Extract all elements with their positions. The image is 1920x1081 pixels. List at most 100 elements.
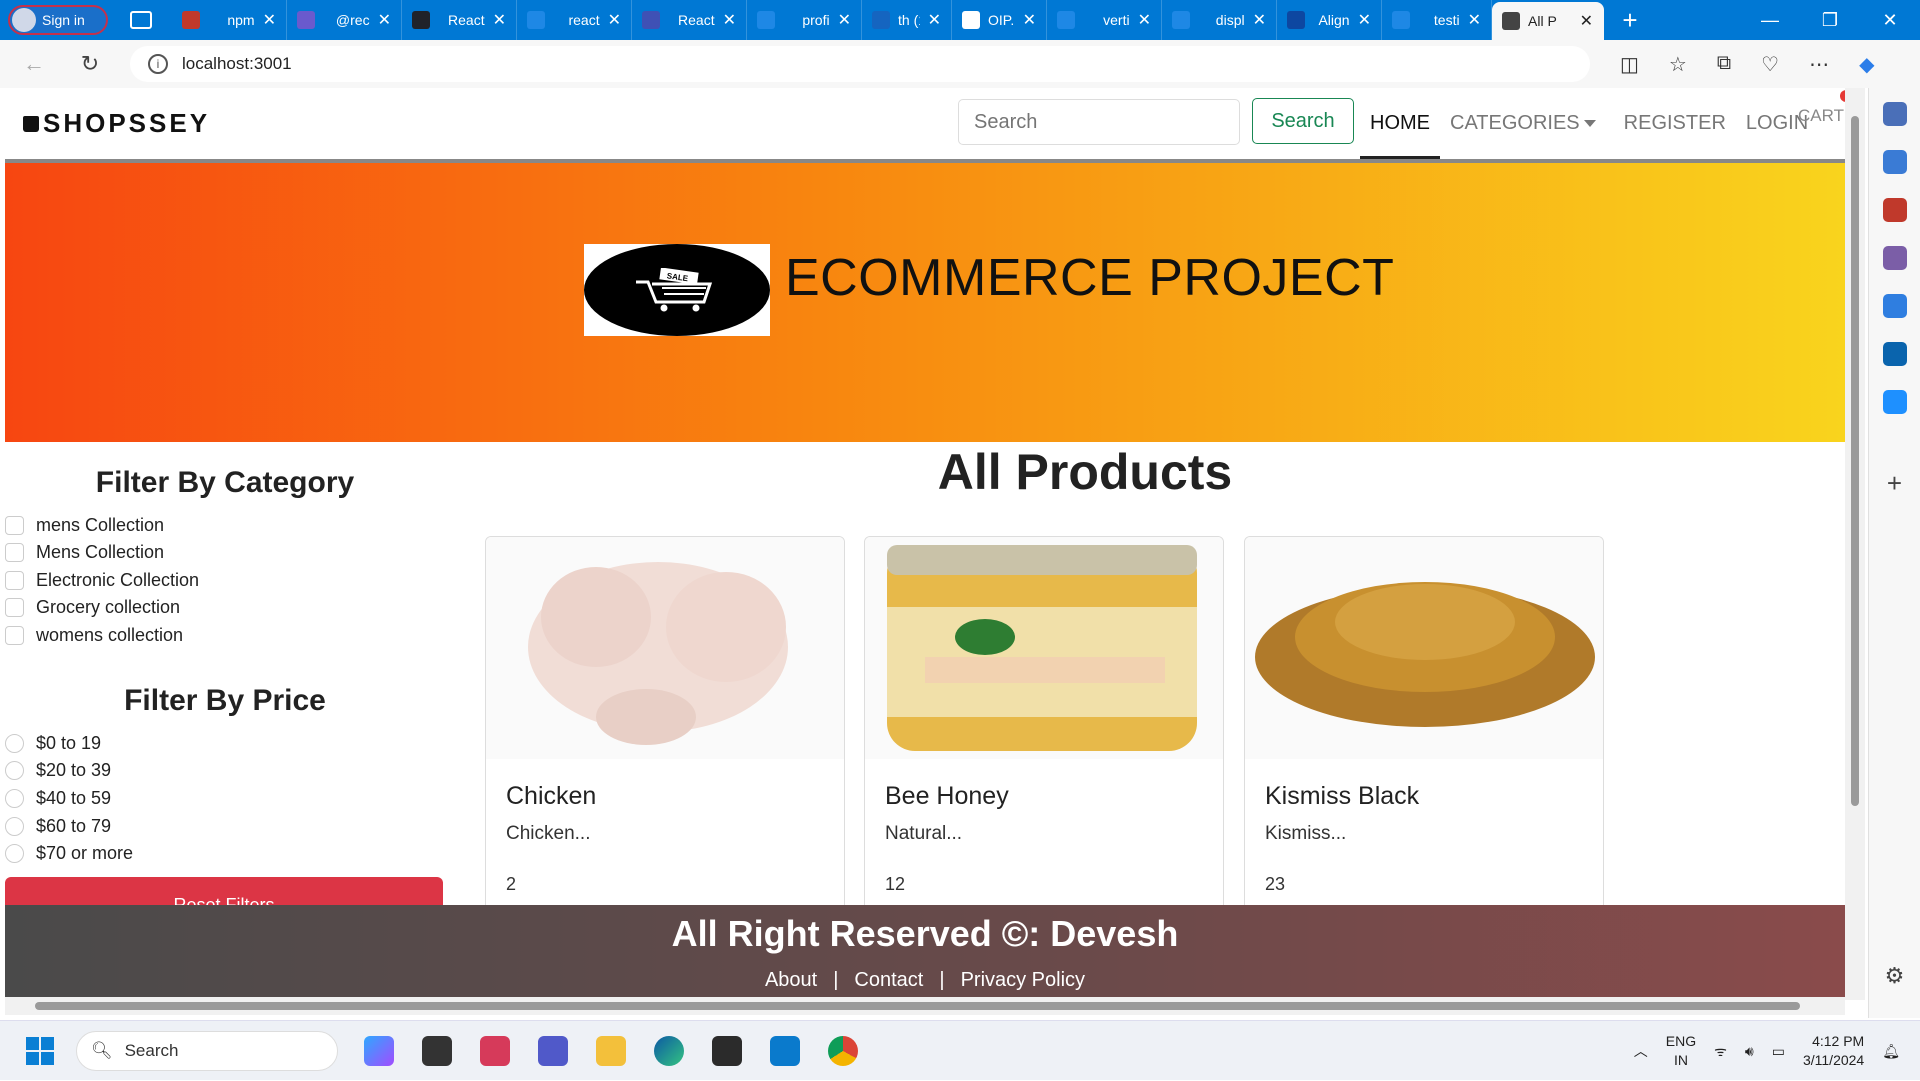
task-view-icon[interactable] xyxy=(422,1035,452,1066)
split-screen-icon[interactable]: ◫ xyxy=(1620,52,1639,77)
volume-icon[interactable]: 🔊︎ xyxy=(1745,1043,1754,1060)
product-card[interactable]: Kismiss Black Kismiss... 23 xyxy=(1244,536,1604,936)
browser-tab[interactable]: @rec ✕ xyxy=(287,0,402,40)
vscode-app-icon[interactable] xyxy=(770,1035,800,1066)
nav-categories-dropdown[interactable]: CATEGORIES xyxy=(1440,88,1606,159)
category-option[interactable]: Electronic Collection xyxy=(5,570,199,591)
radio[interactable] xyxy=(5,761,24,780)
browser-tab[interactable]: th (1 ✕ xyxy=(862,0,952,40)
close-window-icon[interactable]: ✕ xyxy=(1860,0,1920,40)
checkbox[interactable] xyxy=(5,571,24,590)
close-tab-icon[interactable]: ✕ xyxy=(608,10,621,30)
browser-tab-active[interactable]: All P ✕ xyxy=(1492,2,1604,40)
horizontal-scrollbar[interactable] xyxy=(5,997,1845,1015)
file-explorer-icon[interactable] xyxy=(596,1035,626,1066)
category-option[interactable]: mens Collection xyxy=(5,515,164,536)
browser-tab[interactable]: testi ✕ xyxy=(1382,0,1492,40)
price-option[interactable]: $40 to 59 xyxy=(5,788,111,809)
price-option[interactable]: $0 to 19 xyxy=(5,733,101,754)
new-tab-icon[interactable]: + xyxy=(1614,5,1646,36)
chevron-up-icon[interactable]: ︿ xyxy=(1634,1041,1648,1061)
category-option[interactable]: Mens Collection xyxy=(5,542,164,563)
price-option[interactable]: $60 to 79 xyxy=(5,816,111,837)
games-icon[interactable] xyxy=(1882,246,1907,270)
close-tab-icon[interactable]: ✕ xyxy=(1580,11,1593,31)
cart-link[interactable]: CART xyxy=(1798,106,1844,126)
close-tab-icon[interactable]: ✕ xyxy=(493,10,506,30)
close-tab-icon[interactable]: ✕ xyxy=(1023,10,1036,30)
minimize-icon[interactable]: — xyxy=(1740,0,1800,40)
radio[interactable] xyxy=(5,817,24,836)
radio[interactable] xyxy=(5,734,24,753)
browser-tab[interactable]: displ ✕ xyxy=(1162,0,1277,40)
notification-bell-icon[interactable]: 🔔︎ xyxy=(1882,1043,1900,1060)
settings-icon[interactable]: ⚙ xyxy=(1885,963,1905,989)
shopping-icon[interactable] xyxy=(1882,150,1907,174)
category-option[interactable]: Grocery collection xyxy=(5,597,180,618)
restore-icon[interactable]: ❐ xyxy=(1800,0,1860,40)
browser-tab[interactable]: React ✕ xyxy=(632,0,747,40)
browser-tab[interactable]: React ✕ xyxy=(402,0,517,40)
price-option[interactable]: $70 or more xyxy=(5,843,133,864)
copilot-app-icon[interactable] xyxy=(364,1035,394,1066)
close-tab-icon[interactable]: ✕ xyxy=(1358,10,1371,30)
browser-tab[interactable]: verti ✕ xyxy=(1047,0,1162,40)
scrollbar-thumb[interactable] xyxy=(1851,116,1859,806)
brand-logo[interactable]: SHOPSSEY xyxy=(23,108,210,139)
close-tab-icon[interactable]: ✕ xyxy=(1253,10,1266,30)
copilot-icon[interactable]: ◆ xyxy=(1859,52,1874,77)
close-tab-icon[interactable]: ✕ xyxy=(928,10,941,30)
product-card[interactable]: Chicken Chicken... 2 xyxy=(485,536,845,936)
category-option[interactable]: womens collection xyxy=(5,625,183,646)
favorites-icon[interactable]: ☆ xyxy=(1669,52,1687,77)
more-options-icon[interactable]: ⋯ xyxy=(1809,52,1829,77)
browser-tab[interactable]: OIP.F ✕ xyxy=(952,0,1047,40)
url-field[interactable]: i localhost:3001 xyxy=(130,46,1590,82)
close-tab-icon[interactable]: ✕ xyxy=(263,10,276,30)
outlook-icon[interactable] xyxy=(1882,342,1907,366)
search-icon[interactable] xyxy=(1882,102,1907,126)
radio[interactable] xyxy=(5,844,24,863)
teams-app-icon[interactable] xyxy=(538,1035,568,1066)
browser-tab[interactable]: profi ✕ xyxy=(747,0,862,40)
footer-contact-link[interactable]: Contact xyxy=(846,969,931,991)
windows-start-icon[interactable] xyxy=(26,1036,54,1065)
language-indicator[interactable]: ENG IN xyxy=(1666,1032,1696,1070)
browser-tab[interactable]: react ✕ xyxy=(517,0,632,40)
microsoft365-icon[interactable] xyxy=(1882,294,1907,318)
taskbar-search[interactable]: 🔍︎ Search xyxy=(76,1030,338,1071)
product-card[interactable]: Bee Honey Natural... 12 xyxy=(864,536,1224,936)
search-button[interactable]: Search xyxy=(1252,98,1354,144)
battery-icon[interactable]: ▭ xyxy=(1772,1043,1785,1060)
signin-button[interactable]: Sign in xyxy=(8,5,108,35)
edge-app-icon[interactable] xyxy=(654,1035,684,1066)
search-input[interactable] xyxy=(958,99,1240,145)
add-icon[interactable]: + xyxy=(1887,468,1902,499)
footer-privacy-link[interactable]: Privacy Policy xyxy=(953,969,1093,991)
checkbox[interactable] xyxy=(5,598,24,617)
wifi-icon[interactable]: ᯤ xyxy=(1714,1042,1727,1061)
store-app-icon[interactable] xyxy=(480,1035,510,1066)
close-tab-icon[interactable]: ✕ xyxy=(723,10,736,30)
close-tab-icon[interactable]: ✕ xyxy=(838,10,851,30)
footer-about-link[interactable]: About xyxy=(757,969,825,991)
chrome-app-icon[interactable] xyxy=(828,1035,858,1066)
nav-home-link[interactable]: HOME xyxy=(1360,88,1440,159)
clock[interactable]: 4:12 PM 3/11/2024 xyxy=(1803,1032,1864,1070)
browser-essentials-icon[interactable]: ♡ xyxy=(1761,52,1779,77)
scrollbar-thumb[interactable] xyxy=(35,1002,1800,1010)
browser-tab[interactable]: npm ✕ xyxy=(172,0,287,40)
radio[interactable] xyxy=(5,789,24,808)
price-option[interactable]: $20 to 39 xyxy=(5,760,111,781)
back-icon[interactable]: ← xyxy=(14,51,54,77)
tools-icon[interactable] xyxy=(1882,198,1907,222)
browser-tab[interactable]: Align ✕ xyxy=(1277,0,1382,40)
close-tab-icon[interactable]: ✕ xyxy=(1468,10,1481,30)
collections-icon[interactable]: ⧉ xyxy=(1717,52,1731,77)
vertical-scrollbar[interactable] xyxy=(1845,88,1865,1000)
checkbox[interactable] xyxy=(5,516,24,535)
terminal-app-icon[interactable] xyxy=(712,1035,742,1066)
drop-icon[interactable] xyxy=(1882,390,1907,414)
checkbox[interactable] xyxy=(5,543,24,562)
checkbox[interactable] xyxy=(5,626,24,645)
